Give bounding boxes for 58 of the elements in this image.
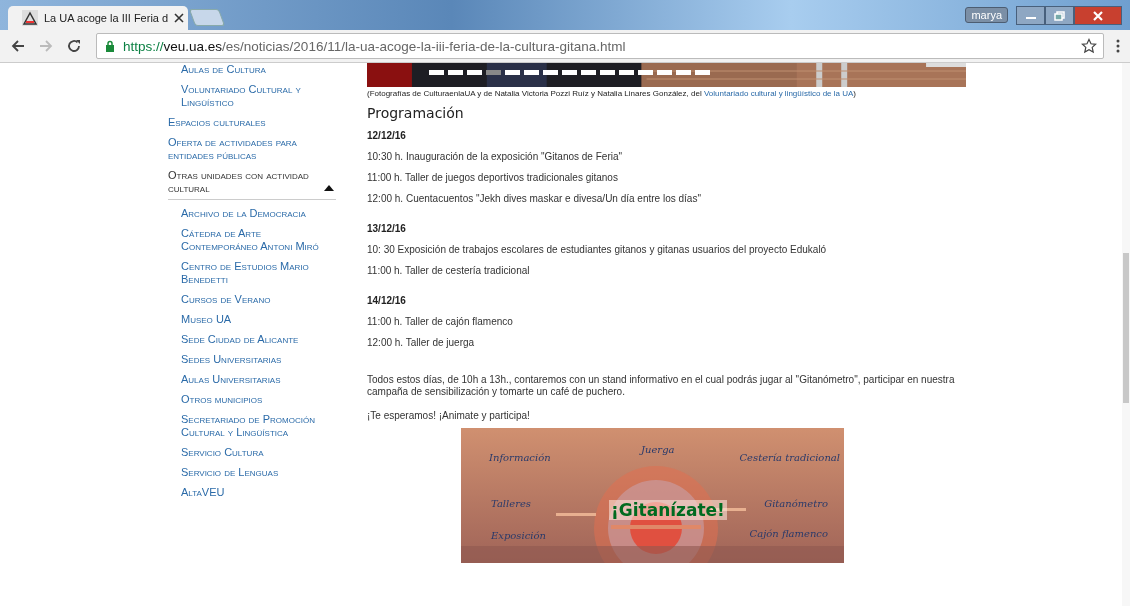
event-line: 12:00 h. Taller de juerga [367,337,476,348]
forward-icon[interactable] [38,38,54,54]
collapse-triangle-icon[interactable] [324,185,334,191]
minimize-icon[interactable] [1016,6,1045,25]
sidebar-subitem[interactable]: Aulas de Cultura [168,63,336,80]
sidebar-subitem[interactable]: Sedes Universitarias [168,350,336,370]
poster-word: Cajón flamenco [749,528,828,539]
user-button[interactable]: marya [965,7,1008,23]
sidebar-subitem[interactable]: Museo UA [168,310,336,330]
closing-text: ¡Te esperamos! ¡Animate y participa! [367,410,531,421]
event-date: 14/12/16 [367,295,407,306]
event-line: 11:00 h. Taller de cestería tradicional [367,265,531,276]
sidebar-subitem[interactable]: Archivo de la Democracia [168,204,336,224]
event-line: 11:00 h. Taller de juegos deportivos tradicionales gitanos [367,172,619,183]
event-line: 11:00 h. Taller de cajón flamenco [367,316,514,327]
maximize-icon[interactable] [1045,6,1074,25]
lock-icon [105,40,115,52]
sidebar-subitem[interactable]: AltaVEU [168,483,336,503]
sidebar-subitem[interactable]: Centro de Estudios Mario Benedetti [168,257,336,290]
sidebar-item[interactable]: Otras unidades con actividad cultural [168,166,324,195]
sidebar-item[interactable]: Espacios culturales [168,113,336,133]
back-icon[interactable] [10,38,26,54]
scrollbar-thumb[interactable] [1123,253,1129,403]
url-text: https://veu.ua.es/es/noticias/2016/11/la-ua-acoge-la-iii-feria-de-la-cultura-gitana.html [123,38,626,54]
sidebar-subitem[interactable]: Otros municipios [168,390,336,410]
event-date: 13/12/16 [367,223,407,234]
photo-caption: (Fotografías de CulturaenlaUA y de Natalia Victoria Pozzi Ruíz y Natalia Linares González, del Voluntariado cultural y lingüístico de la UA) [367,89,857,98]
menu-icon[interactable] [1116,38,1120,54]
sidebar-subitem[interactable]: Voluntariado Cultural y Lingüístico [168,80,336,113]
poster-word: Información [489,452,551,463]
event-line: 12:00 h. Cuentacuentos "Jekh dives maskar e divesa/Un día entre los días" [367,193,702,204]
poster-word: Exposición [491,530,546,541]
address-bar[interactable]: https://veu.ua.es/es/noticias/2016/11/la-ua-acoge-la-iii-feria-de-la-cultura-gitana.html [96,33,1104,59]
event-date: 12/12/16 [367,130,407,141]
sidebar-subitem[interactable]: Cátedra de Arte Contemporáneo Antoni Miró [168,224,336,257]
sidebar-item[interactable]: Oferta de actividades para entidades públicas [168,133,336,166]
close-tab-icon[interactable] [174,13,185,23]
poster-word: Gitanómetro [764,498,828,509]
poster-word: Talleres [491,498,531,509]
star-icon[interactable] [1081,38,1097,54]
poster-word: Cestería tradicional [739,452,840,463]
triangle-logo-icon [22,10,38,26]
sidebar-subitem[interactable]: Sede Ciudad de Alicante [168,330,336,350]
sidebar-subitem[interactable]: Secretariado de Promoción Cultural y Lingüística [168,410,336,443]
close-icon[interactable] [1074,6,1122,25]
sidebar-subitem[interactable]: Cursos de Verano [168,290,336,310]
section-heading: Programación [367,105,465,121]
browser-tab[interactable]: La UA acoge la III Feria d [8,6,188,30]
sidebar-subitem[interactable]: Servicio Cultura [168,443,336,463]
tab-title: La UA acoge la III Feria d [44,12,169,24]
info-paragraph: Todos estos días, de 10h a 13h., contaremos con un stand informativo en el cual podrás jugar al "Gitanómetro", participar en nuestra campaña de sensibilización y tomarte un café de puchero. [367,374,956,398]
poster-word: Juerga [641,444,675,455]
reload-icon[interactable] [66,38,82,54]
event-line: 10: 30 Exposición de trabajos escolares de estudiantes gitanos y gitanas usuarios del proyecto Edukaló [367,244,828,255]
sidebar-subitem[interactable]: Servicio de Lenguas [168,463,336,483]
event-line: 10:30 h. Inauguración de la exposición "Gitanos de Feria" [367,151,624,162]
sidebar-subitem[interactable]: Aulas Universitarias [168,370,336,390]
poster-title: ¡Gitanízate! [609,500,727,520]
